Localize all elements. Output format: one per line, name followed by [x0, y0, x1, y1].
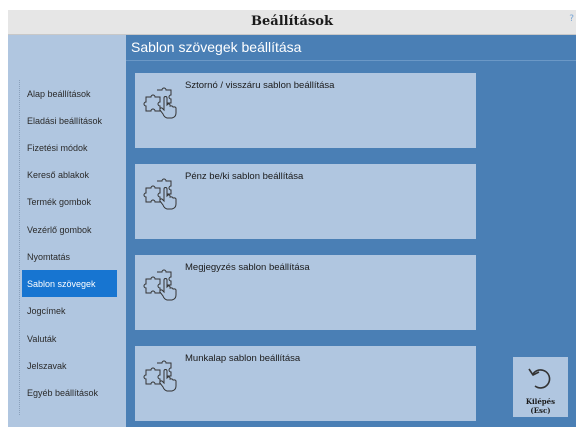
card-label: Pénz be/ki sablon beállítása: [185, 171, 304, 182]
puzzle-hand-icon: [143, 360, 177, 392]
exit-label: Kilépés (Esc): [513, 397, 568, 415]
window-title: Beállítások: [251, 14, 333, 29]
exit-label-line1: Kilépés: [525, 397, 556, 406]
sidebar-item-fizetesi[interactable]: Fizetési módok: [22, 134, 117, 161]
sidebar: Alap beállítások Eladási beállítások Fiz…: [8, 35, 126, 427]
sidebar-item-termek[interactable]: Termék gombok: [22, 188, 117, 215]
sidebar-tree-line: [19, 80, 20, 415]
card-label: Sztornó / visszáru sablon beállítása: [185, 80, 335, 91]
exit-label-line2: (Esc): [530, 406, 551, 415]
page-header: Sablon szövegek beállítása: [126, 35, 576, 61]
exit-button[interactable]: Kilépés (Esc): [513, 357, 568, 417]
sidebar-item-jogcimek[interactable]: Jogcímek: [22, 297, 117, 324]
puzzle-hand-icon: [143, 178, 177, 210]
puzzle-hand-icon: [143, 87, 177, 119]
card-label: Munkalap sablon beállítása: [185, 353, 301, 364]
card-label: Megjegyzés sablon beállítása: [185, 262, 310, 273]
page-title: Sablon szövegek beállítása: [131, 39, 302, 55]
sidebar-item-eladasi[interactable]: Eladási beállítások: [22, 107, 117, 134]
puzzle-hand-icon: [143, 269, 177, 301]
sidebar-item-kereso[interactable]: Kereső ablakok: [22, 161, 117, 188]
penz-template-card[interactable]: Pénz be/ki sablon beállítása: [135, 164, 476, 239]
title-bar: Beállítások ?: [8, 10, 576, 35]
sidebar-item-vezerlo[interactable]: Vezérlő gombok: [22, 216, 117, 243]
sidebar-item-alap[interactable]: Alap beállítások: [22, 80, 117, 107]
sidebar-item-sablon[interactable]: Sablon szövegek: [22, 270, 117, 297]
undo-arrow-icon: [528, 368, 551, 389]
megjegyzes-template-card[interactable]: Megjegyzés sablon beállítása: [135, 255, 476, 330]
help-mark[interactable]: ?: [569, 14, 574, 24]
sidebar-item-valutak[interactable]: Valuták: [22, 325, 117, 352]
sidebar-item-nyomtatas[interactable]: Nyomtatás: [22, 243, 117, 270]
sztorno-template-card[interactable]: Sztornó / visszáru sablon beállítása: [135, 73, 476, 148]
sidebar-item-egyeb[interactable]: Egyéb beállítások: [22, 379, 117, 406]
munkalap-template-card[interactable]: Munkalap sablon beállítása: [135, 346, 476, 421]
settings-window: Beállítások ? Alap beállítások Eladási b…: [8, 10, 576, 427]
sidebar-item-jelszavak[interactable]: Jelszavak: [22, 352, 117, 379]
